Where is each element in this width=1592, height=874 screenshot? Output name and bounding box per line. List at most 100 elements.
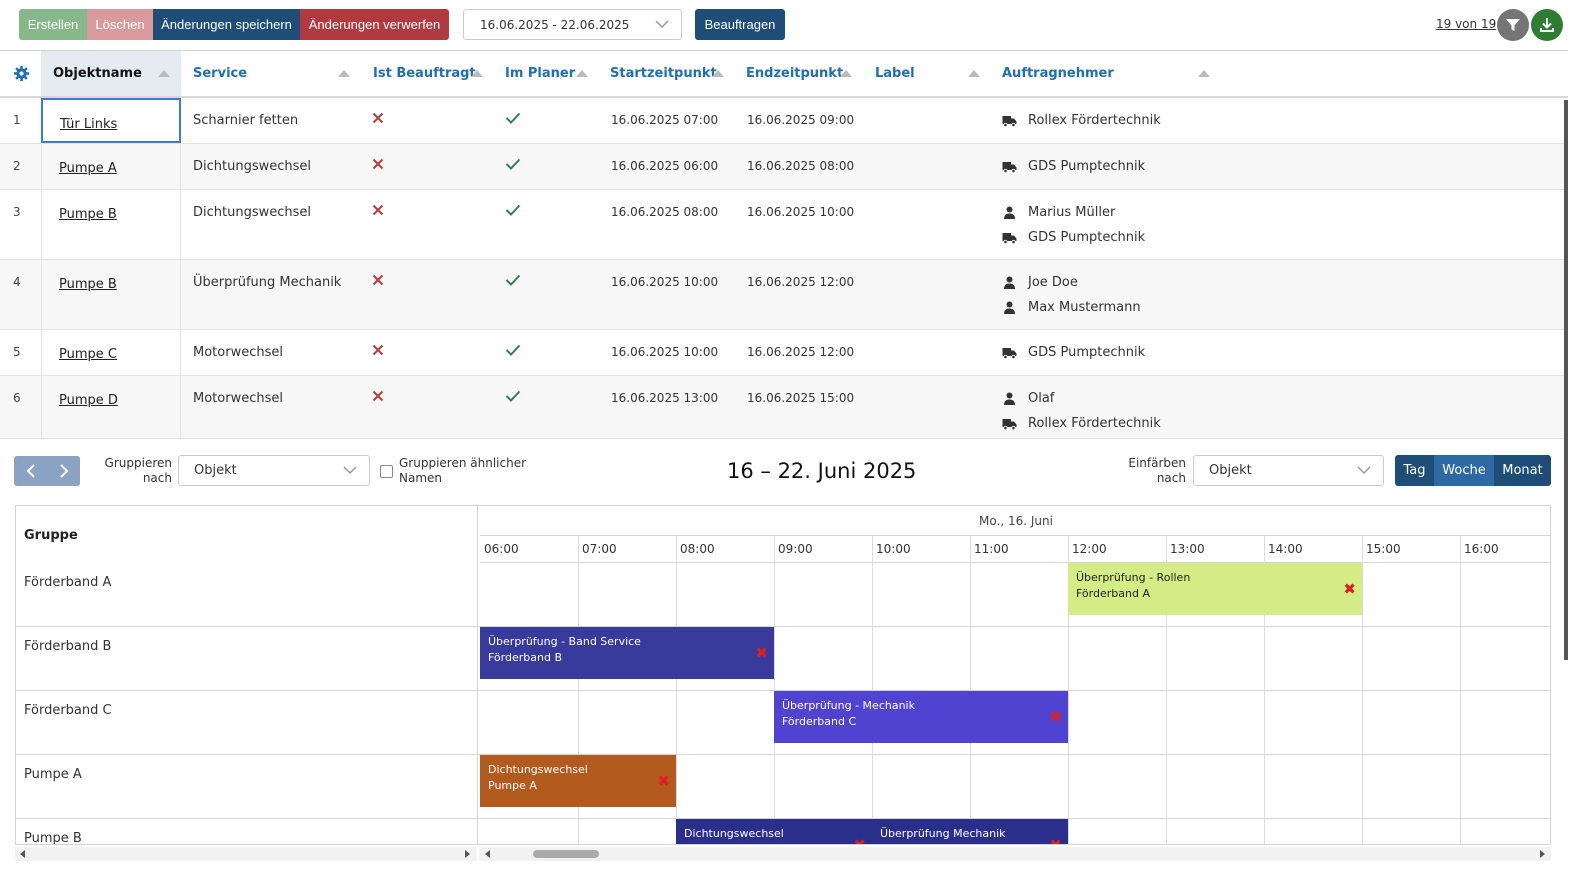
delete-button[interactable]: Löschen bbox=[87, 9, 153, 40]
create-button[interactable]: Erstellen bbox=[19, 9, 87, 40]
close-icon[interactable]: ✖ bbox=[755, 645, 768, 661]
assigned-cell bbox=[372, 274, 384, 290]
download-icon bbox=[1540, 18, 1554, 32]
column-header-label[interactable]: Label bbox=[863, 51, 983, 96]
row-number: 2 bbox=[13, 159, 21, 173]
sort-asc-icon bbox=[840, 70, 852, 77]
service-cell: Dichtungswechsel bbox=[193, 159, 312, 174]
column-header-ist-beauftragt[interactable]: Ist Beauftragt bbox=[361, 51, 491, 96]
next-period-button[interactable] bbox=[47, 456, 80, 486]
vertical-scrollbar[interactable] bbox=[1564, 100, 1568, 660]
planner-event[interactable]: Überprüfung - Mechanik Förderband C ✖ bbox=[774, 691, 1068, 743]
table-row[interactable]: 6 Pumpe D Motorwechsel 16.06.2025 13:00 16.0… bbox=[0, 376, 1568, 439]
filter-button[interactable] bbox=[1497, 9, 1529, 41]
assign-button[interactable]: Beauftragen bbox=[695, 9, 785, 40]
object-name-link[interactable]: Tür Links bbox=[60, 117, 117, 132]
sort-asc-icon bbox=[968, 70, 980, 77]
planner-event[interactable]: Dichtungswechsel Pumpe B✖ bbox=[676, 819, 872, 844]
close-icon[interactable]: ✖ bbox=[1343, 581, 1356, 597]
column-header-objektname[interactable]: Objektname bbox=[41, 51, 181, 96]
contractor-name: Marius Müller bbox=[1028, 205, 1116, 220]
view-week-button[interactable]: Woche bbox=[1434, 455, 1494, 486]
close-icon[interactable]: ✖ bbox=[1049, 709, 1062, 725]
group-similar-names-checkbox[interactable] bbox=[380, 465, 393, 478]
planner-event[interactable]: Dichtungswechsel Pumpe A ✖ bbox=[480, 755, 676, 807]
end-time-cell: 16.06.2025 12:00 bbox=[747, 345, 855, 359]
person-icon bbox=[1004, 276, 1015, 289]
planner-event[interactable]: Überprüfung - Rollen Förderband A ✖ bbox=[1068, 563, 1362, 615]
object-name-link[interactable]: Pumpe B bbox=[59, 277, 117, 292]
object-name-cell[interactable]: Pumpe B bbox=[41, 260, 181, 329]
assigned-cell bbox=[372, 158, 384, 174]
table-row[interactable]: 5 Pumpe C Motorwechsel 16.06.2025 10:00 16.0… bbox=[0, 330, 1568, 376]
person-icon bbox=[1004, 206, 1015, 219]
record-count-link[interactable]: 19 von 19 bbox=[1436, 17, 1496, 31]
date-range-select[interactable]: 16.06.2025 - 22.06.2025 bbox=[463, 9, 682, 40]
column-header-service[interactable]: Service bbox=[181, 51, 357, 96]
hour-label: 13:00 bbox=[1170, 542, 1205, 556]
row-number: 5 bbox=[13, 345, 21, 359]
close-icon[interactable]: ✖ bbox=[1049, 837, 1062, 844]
column-header-im-planer[interactable]: Im Planer bbox=[493, 51, 593, 96]
timeline-scrollbar-thumb[interactable] bbox=[533, 850, 599, 858]
hour-label: 07:00 bbox=[582, 542, 617, 556]
table-row[interactable]: 3 Pumpe B Dichtungswechsel 16.06.2025 08:00… bbox=[0, 190, 1568, 260]
group-by-select[interactable]: Objekt bbox=[178, 455, 370, 486]
color-by-select[interactable]: Objekt bbox=[1193, 455, 1384, 486]
close-icon[interactable]: ✖ bbox=[853, 837, 866, 844]
assigned-cell bbox=[372, 204, 384, 220]
discard-changes-button[interactable]: Änderungen verwerfen bbox=[300, 9, 449, 40]
object-name-cell[interactable]: Tür Links bbox=[41, 98, 181, 143]
view-day-button[interactable]: Tag bbox=[1395, 455, 1434, 486]
hour-label: 16:00 bbox=[1464, 542, 1499, 556]
resource-row: Pumpe A bbox=[16, 755, 1550, 819]
object-name-link[interactable]: Pumpe A bbox=[59, 161, 117, 176]
truck-icon bbox=[1002, 232, 1017, 244]
event-subtitle: Pumpe B bbox=[684, 842, 864, 844]
group-by-label: Gruppieren nach bbox=[104, 456, 172, 485]
column-header-endzeitpunkt[interactable]: Endzeitpunkt bbox=[734, 51, 854, 96]
resource-name: Pumpe A bbox=[24, 767, 82, 782]
color-by-label: Einfärben nach bbox=[1128, 456, 1186, 485]
object-name-link[interactable]: Pumpe D bbox=[59, 393, 118, 408]
object-name-link[interactable]: Pumpe B bbox=[59, 207, 117, 222]
table-row[interactable]: 1 Tür Links Scharnier fetten 16.06.2025 07:… bbox=[0, 98, 1568, 144]
end-time-cell: 16.06.2025 08:00 bbox=[747, 159, 855, 173]
object-name-cell[interactable]: Pumpe C bbox=[41, 330, 181, 375]
event-title: Überprüfung - Rollen bbox=[1076, 571, 1191, 584]
object-name-cell[interactable]: Pumpe B bbox=[41, 190, 181, 259]
previous-period-button[interactable] bbox=[14, 456, 47, 486]
download-button[interactable] bbox=[1531, 9, 1563, 41]
contractor-entry: Marius Müller bbox=[1002, 205, 1115, 220]
column-settings-button[interactable] bbox=[13, 51, 31, 96]
object-name-cell[interactable]: Pumpe A bbox=[41, 144, 181, 189]
column-header-auftragnehmer[interactable]: Auftragnehmer bbox=[990, 51, 1220, 96]
timeline-horizontal-scrollbar[interactable] bbox=[479, 847, 1551, 861]
object-name-cell[interactable]: Pumpe D bbox=[41, 376, 181, 438]
resource-horizontal-scrollbar[interactable] bbox=[15, 847, 477, 861]
column-header-startzeitpunkt[interactable]: Startzeitpunkt bbox=[598, 51, 728, 96]
table-row[interactable]: 4 Pumpe B Überprüfung Mechanik 16.06.2025 1… bbox=[0, 260, 1568, 330]
hour-header: 06:00 07:00 08:00 09:00 10:00 11:00 12:00 13:00… bbox=[480, 536, 1550, 563]
object-name-link[interactable]: Pumpe C bbox=[59, 347, 117, 362]
contractor-entry: GDS Pumptechnik bbox=[1002, 230, 1145, 245]
group-similar-names-label: Gruppieren ähnlicher Namen bbox=[399, 456, 527, 485]
view-month-button[interactable]: Monat bbox=[1494, 455, 1551, 486]
assigned-cell bbox=[372, 344, 384, 360]
contractor-name: Joe Doe bbox=[1028, 275, 1078, 290]
end-time-cell: 16.06.2025 10:00 bbox=[747, 205, 855, 219]
table-row[interactable]: 2 Pumpe A Dichtungswechsel 16.06.2025 06:00… bbox=[0, 144, 1568, 190]
scroll-right-arrow[interactable] bbox=[1540, 850, 1545, 858]
group-column-header: Gruppe bbox=[24, 528, 78, 543]
save-changes-button[interactable]: Änderungen speichern bbox=[153, 9, 300, 40]
close-icon[interactable]: ✖ bbox=[657, 773, 670, 789]
scroll-left-arrow[interactable] bbox=[20, 850, 25, 858]
truck-icon bbox=[1002, 161, 1017, 173]
scroll-right-arrow[interactable] bbox=[465, 850, 470, 858]
chevron-down-icon bbox=[1357, 466, 1371, 475]
scroll-left-arrow[interactable] bbox=[485, 850, 490, 858]
contractor-entry: Rollex Fördertechnik bbox=[1002, 113, 1161, 128]
planner-event[interactable]: Überprüfung - Band Service Förderband B ✖ bbox=[480, 627, 774, 679]
planner-event[interactable]: Überprüfung Mechanik Pumpe B✖ bbox=[872, 819, 1068, 844]
contractor-name: GDS Pumptechnik bbox=[1028, 345, 1146, 360]
